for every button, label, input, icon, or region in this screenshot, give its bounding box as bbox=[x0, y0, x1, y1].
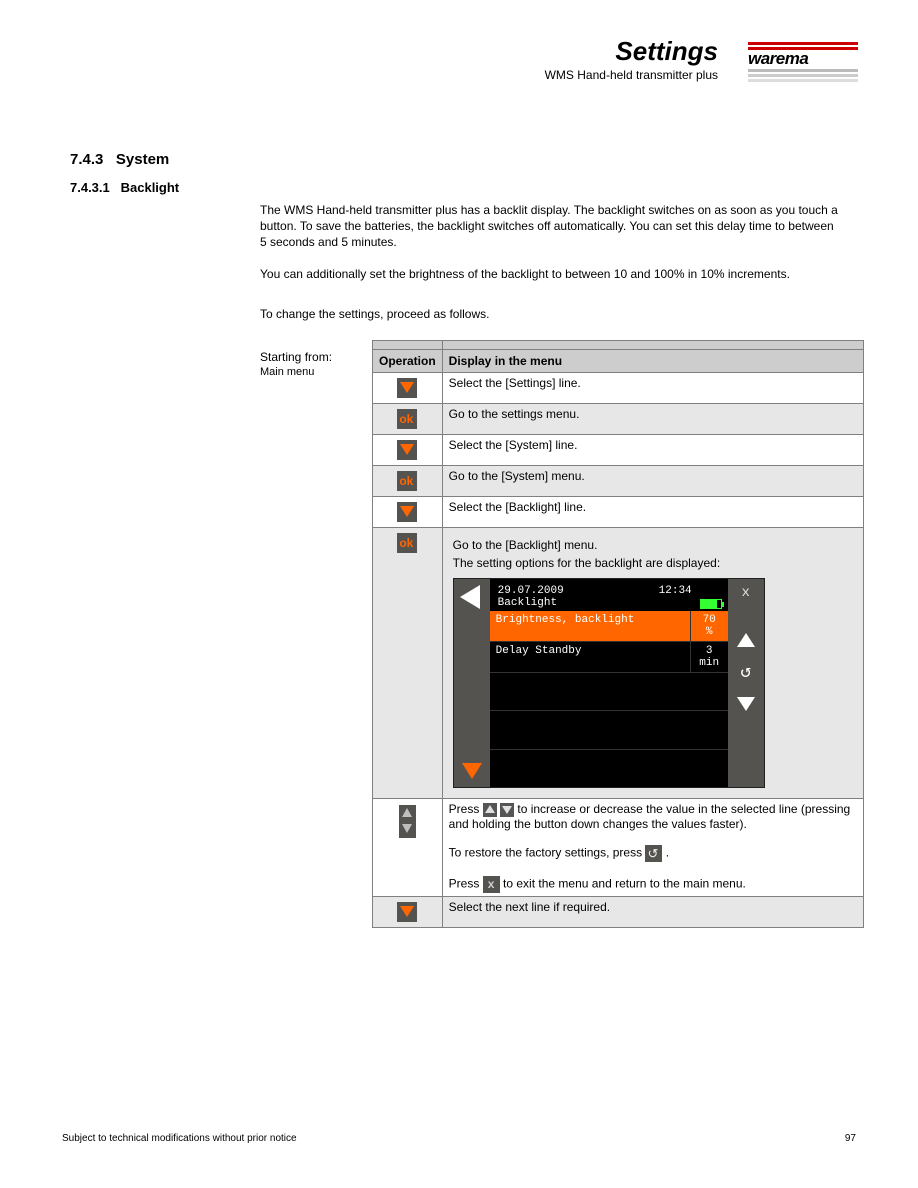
step-7a-pre: Press bbox=[449, 802, 483, 816]
close-button[interactable]: x bbox=[741, 585, 749, 601]
down-button-icon bbox=[397, 440, 417, 460]
down-button-icon bbox=[500, 803, 514, 817]
setting-value: 3 bbox=[706, 645, 713, 657]
value-down-button[interactable] bbox=[737, 697, 755, 711]
battery-icon bbox=[700, 599, 722, 609]
step-8-text: Select the next line if required. bbox=[442, 896, 863, 927]
down-button-icon bbox=[397, 502, 417, 522]
step-1-text: Select the [Settings] line. bbox=[442, 373, 863, 404]
section-number: 7.4.3 bbox=[70, 151, 103, 168]
intro-paragraph-1: The WMS Hand-held transmitter plus has a… bbox=[260, 202, 840, 251]
reset-button[interactable]: ↺ bbox=[740, 661, 751, 683]
down-button-icon bbox=[399, 821, 416, 838]
starting-from-label bbox=[373, 341, 443, 350]
step-7c-pre: Press bbox=[449, 877, 483, 891]
step-7b-pre: To restore the factory settings, press bbox=[449, 846, 646, 860]
ok-button-icon: ok bbox=[397, 471, 417, 491]
step-2-text: Go to the settings menu. bbox=[442, 404, 863, 435]
down-button-icon bbox=[397, 378, 417, 398]
intro-paragraph-2: You can additionally set the brightness … bbox=[260, 266, 840, 282]
up-button-icon bbox=[399, 805, 416, 822]
intro-paragraph-3: To change the settings, proceed as follo… bbox=[260, 306, 840, 322]
step-7b-post: . bbox=[666, 846, 669, 860]
starting-from-label: Starting from: Main menu bbox=[260, 350, 332, 378]
setting-row-standby[interactable]: Delay Standby 3min bbox=[490, 642, 728, 673]
exit-button-icon: x bbox=[483, 876, 500, 893]
step-6-hint: The setting options for the backlight ar… bbox=[453, 556, 853, 570]
step-7c-post: to exit the menu and return to the main … bbox=[503, 877, 746, 891]
device-screen: 29.07.2009 12:34 Backlight Brightness, b… bbox=[453, 578, 765, 788]
section-sub-name: Backlight bbox=[121, 180, 180, 195]
up-button-icon bbox=[483, 803, 497, 817]
page-number: 97 bbox=[845, 1133, 856, 1144]
screen-date: 29.07.2009 bbox=[498, 585, 564, 597]
setting-label: Brightness, backlight bbox=[490, 611, 690, 641]
step-6-text: Go to the [Backlight] menu. bbox=[453, 538, 853, 552]
brand-logo: warema bbox=[748, 42, 858, 82]
setting-value: 70 bbox=[703, 614, 716, 626]
col-display-header: Display in the menu bbox=[442, 350, 863, 373]
page-title: Settings bbox=[615, 36, 718, 67]
brand-name: warema bbox=[748, 49, 858, 69]
scroll-down-button[interactable] bbox=[454, 763, 490, 787]
step-5-text: Select the [Backlight] line. bbox=[442, 497, 863, 528]
back-button[interactable] bbox=[454, 579, 490, 609]
instruction-table: Operation Display in the menu Select the… bbox=[372, 340, 864, 928]
page-subtitle: WMS Hand-held transmitter plus bbox=[545, 68, 718, 82]
ok-button-icon: ok bbox=[397, 409, 417, 429]
col-operation-header: Operation bbox=[373, 350, 443, 373]
step-4-text: Go to the [System] menu. bbox=[442, 466, 863, 497]
screen-time: 12:34 bbox=[659, 585, 692, 597]
screen-title: Backlight bbox=[498, 597, 557, 609]
setting-label: Delay Standby bbox=[490, 642, 690, 672]
step-3-text: Select the [System] line. bbox=[442, 435, 863, 466]
section-sub-number: 7.4.3.1 bbox=[70, 180, 110, 195]
value-up-button[interactable] bbox=[737, 633, 755, 647]
setting-row-brightness[interactable]: Brightness, backlight 70% bbox=[490, 611, 728, 642]
section-subheading: 7.4.3.1 Backlight bbox=[70, 180, 179, 195]
section-name: System bbox=[116, 151, 169, 168]
setting-unit: min bbox=[699, 657, 719, 669]
down-button-icon bbox=[397, 902, 417, 922]
section-heading: 7.4.3 System bbox=[70, 151, 169, 168]
setting-unit: % bbox=[706, 626, 713, 638]
reset-button-icon: ↺ bbox=[645, 845, 662, 862]
footer-disclaimer: Subject to technical modifications witho… bbox=[62, 1133, 297, 1144]
ok-button-icon: ok bbox=[397, 533, 417, 553]
